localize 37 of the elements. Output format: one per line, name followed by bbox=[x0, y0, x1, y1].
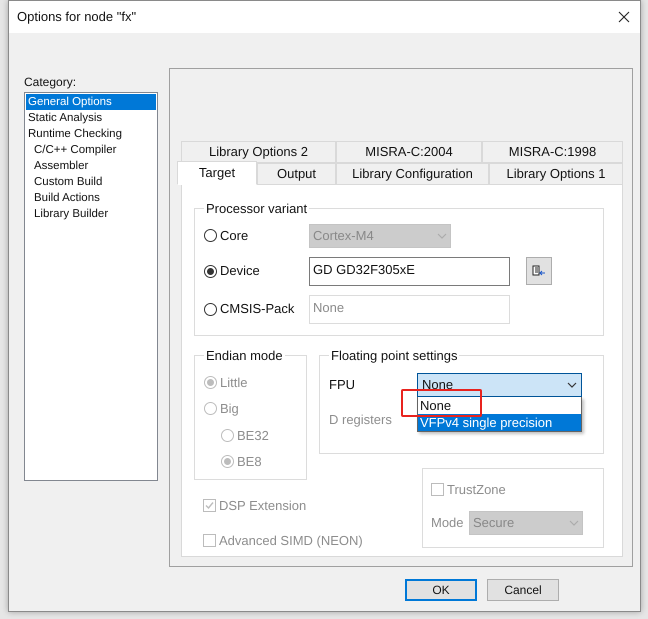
text-field[interactable]: GD GD32F305xE bbox=[309, 256, 510, 286]
category-item[interactable]: Library Builder bbox=[26, 206, 156, 222]
chevron-down-icon bbox=[569, 520, 579, 526]
category-item[interactable]: Runtime Checking bbox=[26, 126, 156, 142]
fpu-select[interactable]: None bbox=[417, 372, 582, 396]
list-select-icon bbox=[532, 265, 546, 277]
dropdown-option[interactable]: VFPv4 single precision bbox=[418, 414, 581, 430]
category-label: Category: bbox=[24, 75, 78, 90]
category-item[interactable]: Custom Build bbox=[26, 174, 156, 190]
dropdown-option[interactable]: None bbox=[418, 396, 581, 414]
category-item[interactable]: General Options bbox=[26, 94, 156, 110]
tab[interactable]: MISRA-C:1998 bbox=[482, 141, 623, 163]
category-item[interactable]: Build Actions bbox=[26, 190, 156, 206]
category-item[interactable]: C/C++ Compiler bbox=[26, 142, 156, 158]
chevron-down-icon bbox=[567, 382, 577, 388]
tab[interactable]: Output bbox=[257, 163, 336, 185]
tab[interactable]: MISRA-C:2004 bbox=[336, 141, 482, 163]
chevron-down-icon bbox=[437, 232, 447, 238]
fpu-label: FPU bbox=[329, 376, 356, 394]
group-title: Processor variant bbox=[205, 200, 308, 218]
radio-label[interactable]: Device bbox=[220, 261, 260, 281]
dialog-button[interactable]: Cancel bbox=[487, 579, 559, 601]
group-title: Endian mode bbox=[205, 347, 284, 365]
d-registers-label: D registers bbox=[329, 410, 392, 429]
window-title: Options for node "fx" bbox=[17, 8, 136, 26]
radio-button[interactable] bbox=[204, 264, 217, 278]
group-title: Floating point settings bbox=[330, 347, 458, 365]
device-picker-button[interactable] bbox=[526, 257, 552, 285]
tab[interactable]: Library Options 2 bbox=[181, 141, 336, 163]
category-item[interactable]: Assembler bbox=[26, 158, 156, 174]
dialog-button[interactable]: OK bbox=[405, 579, 477, 601]
tab[interactable]: Library Configuration bbox=[336, 163, 489, 185]
tab[interactable]: Target bbox=[177, 161, 257, 185]
mode-label: Mode bbox=[431, 514, 465, 532]
tab[interactable]: Library Options 1 bbox=[489, 163, 623, 185]
close-icon[interactable] bbox=[618, 11, 630, 23]
category-item[interactable]: Static Analysis bbox=[26, 110, 156, 126]
